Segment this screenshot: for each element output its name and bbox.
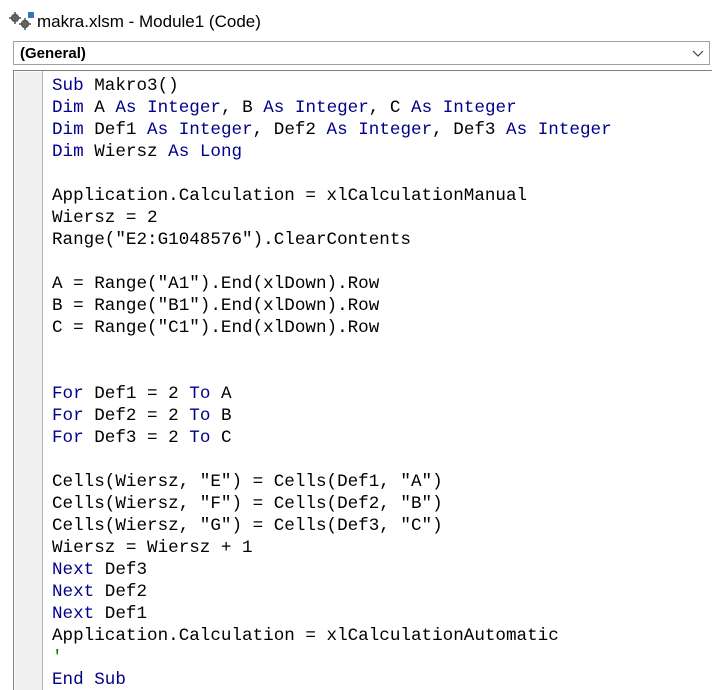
code-text: Def3 = 2 [83, 428, 190, 448]
code-text: Def1 [94, 604, 148, 624]
code-keyword: Integer [358, 120, 433, 140]
code-text: Cells(Wiersz, "F") = Cells(Def2, "B") [52, 494, 443, 514]
code-keyword: As [115, 98, 137, 118]
code-line[interactable]: Next Def2 [52, 581, 147, 603]
code-text: , Def3 [432, 120, 507, 140]
code-text: Wiersz = Wiersz + 1 [52, 538, 253, 558]
chevron-down-icon[interactable] [691, 46, 705, 60]
code-text: , C [368, 98, 412, 118]
code-text: Def1 = 2 [83, 384, 190, 404]
margin-divider [42, 71, 43, 690]
code-line[interactable]: Next Def1 [52, 603, 147, 625]
code-line[interactable]: Wiersz = 2 [52, 207, 158, 229]
code-keyword: For [52, 428, 84, 448]
code-text: Cells(Wiersz, "E") = Cells(Def1, "A") [52, 472, 443, 492]
code-line[interactable]: Dim Def1 As Integer, Def2 As Integer, De… [52, 119, 612, 141]
code-keyword: Integer [147, 98, 221, 118]
code-text: A [83, 98, 116, 118]
code-comment: ' [52, 648, 63, 668]
code-text: Application.Calculation = xlCalculationA… [52, 626, 559, 646]
title-bar: makra.xlsm - Module1 (Code) [0, 0, 712, 42]
code-line[interactable]: For Def3 = 2 To C [52, 427, 232, 449]
code-keyword: To [189, 406, 211, 426]
code-line[interactable]: For Def1 = 2 To A [52, 383, 232, 405]
code-line[interactable]: Sub Makro3() [52, 75, 179, 97]
code-keyword: Sub [52, 76, 84, 96]
code-text: A = Range("A1").End(xlDown).Row [52, 274, 380, 294]
code-line[interactable]: C = Range("C1").End(xlDown).Row [52, 317, 379, 339]
margin-indicator-bar[interactable] [15, 72, 42, 690]
code-line[interactable]: Application.Calculation = xlCalculationA… [52, 625, 559, 647]
code-keyword: Next [52, 582, 95, 602]
code-keyword: For [52, 406, 84, 426]
code-keyword: For [52, 384, 84, 404]
code-keyword: Dim [52, 142, 84, 162]
code-keyword: As [506, 120, 528, 140]
code-line[interactable]: Range("E2:G1048576").ClearContents [52, 229, 411, 251]
code-keyword: Integer [537, 120, 612, 140]
code-line[interactable]: For Def2 = 2 To B [52, 405, 232, 427]
code-keyword: As [168, 142, 190, 162]
code-text: Wiersz = 2 [52, 208, 158, 228]
code-text: Def3 [94, 560, 148, 580]
code-line[interactable]: B = Range("B1").End(xlDown).Row [52, 295, 379, 317]
code-keyword: To [189, 428, 211, 448]
code-keyword: Dim [52, 98, 84, 118]
code-text: Def1 [83, 120, 148, 140]
code-keyword: Dim [52, 120, 84, 140]
code-line[interactable]: Next Def3 [52, 559, 147, 581]
vba-module-icon [9, 12, 34, 30]
code-line[interactable]: ' [52, 647, 63, 669]
code-text: , Def2 [252, 120, 327, 140]
code-keyword: Next [52, 604, 95, 624]
code-keyword: As [326, 120, 348, 140]
code-keyword: As [263, 98, 285, 118]
code-text: Cells(Wiersz, "G") = Cells(Def3, "C") [52, 516, 443, 536]
code-line[interactable]: Cells(Wiersz, "E") = Cells(Def1, "A") [52, 471, 443, 493]
code-keyword: Long [199, 142, 243, 162]
code-line[interactable]: Cells(Wiersz, "F") = Cells(Def2, "B") [52, 493, 443, 515]
code-keyword: As [411, 98, 433, 118]
code-text: B = Range("B1").End(xlDown).Row [52, 296, 380, 316]
code-text: Wiersz [83, 142, 169, 162]
code-text: Application.Calculation = xlCalculationM… [52, 186, 528, 206]
code-keyword: Next [52, 560, 95, 580]
code-keyword: As [147, 120, 169, 140]
code-text: C [210, 428, 232, 448]
code-keyword: Integer [294, 98, 369, 118]
object-dropdown[interactable]: (General) [13, 41, 710, 65]
code-text: Def2 = 2 [83, 406, 190, 426]
code-line[interactable]: Dim A As Integer, B As Integer, C As Int… [52, 97, 517, 119]
code-text: , B [220, 98, 264, 118]
object-dropdown-value: (General) [20, 45, 86, 62]
code-keyword: To [189, 384, 211, 404]
code-line[interactable]: A = Range("A1").End(xlDown).Row [52, 273, 379, 295]
code-line[interactable]: Cells(Wiersz, "G") = Cells(Def3, "C") [52, 515, 443, 537]
code-keyword: Integer [442, 98, 517, 118]
window-title: makra.xlsm - Module1 (Code) [37, 12, 261, 31]
code-line[interactable]: Wiersz = Wiersz + 1 [52, 537, 253, 559]
code-text: C = Range("C1").End(xlDown).Row [52, 318, 380, 338]
code-text: Range("E2:G1048576").ClearContents [52, 230, 411, 250]
code-line[interactable]: Application.Calculation = xlCalculationM… [52, 185, 527, 207]
code-keyword: End Sub [52, 670, 126, 690]
code-keyword: Integer [178, 120, 253, 140]
code-text: A [210, 384, 232, 404]
code-text: B [210, 406, 232, 426]
code-text: Def2 [94, 582, 148, 602]
code-line[interactable]: Dim Wiersz As Long [52, 141, 242, 163]
code-line[interactable]: End Sub [52, 669, 126, 690]
code-text: Makro3() [83, 76, 179, 96]
